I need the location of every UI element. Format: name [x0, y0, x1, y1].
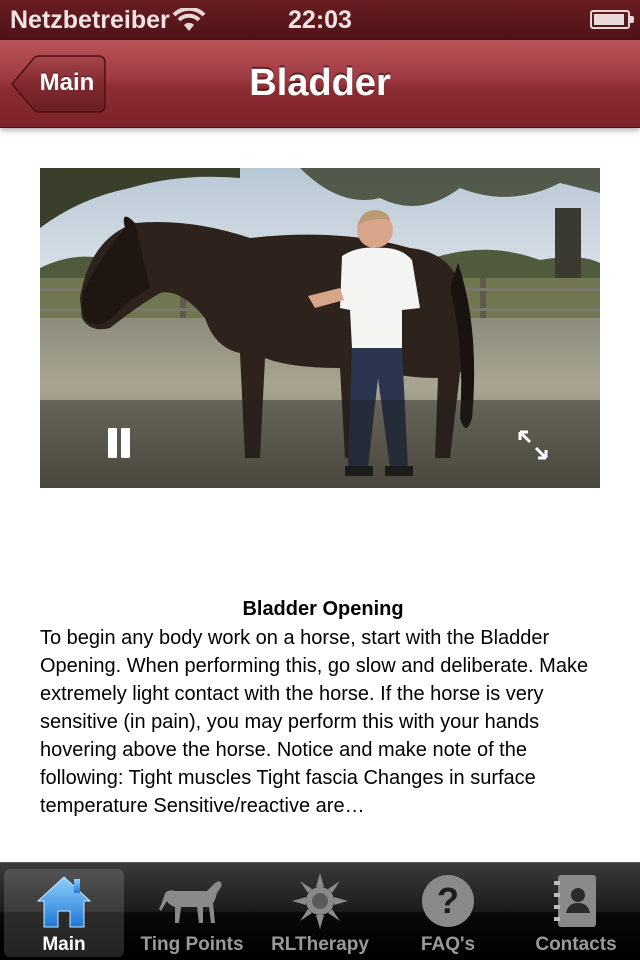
description-text: To begin any body work on a horse, start… [40, 627, 589, 817]
section-title: Bladder Opening [242, 598, 404, 620]
question-icon: ? [388, 871, 508, 931]
sun-icon [260, 871, 380, 931]
tab-label: FAQ's [420, 934, 476, 955]
video-controls [40, 400, 600, 488]
tab-faqs[interactable]: ? FAQ's [388, 869, 508, 957]
status-time: 22:03 [288, 6, 352, 34]
video-player[interactable] [40, 168, 600, 488]
tab-label: RLTherapy [271, 934, 369, 955]
tab-rltherapy[interactable]: RLTherapy [260, 869, 380, 957]
tab-label: Ting Points [140, 934, 244, 955]
horse-icon [132, 871, 252, 931]
pause-icon[interactable] [102, 426, 136, 460]
page-title: Bladder [249, 62, 391, 104]
battery-icon [590, 10, 634, 29]
tab-contacts[interactable]: Contacts [516, 869, 636, 957]
status-bar: Netzbetreiber 22:03 [0, 0, 640, 40]
contacts-book-icon [516, 871, 636, 931]
tab-label: Contacts [535, 934, 617, 955]
svg-text:?: ? [437, 880, 459, 921]
tab-label: Main [42, 934, 86, 955]
fullscreen-icon[interactable] [516, 428, 550, 462]
tab-bar: Main Ting Points RLTherapy ? FAQ's Conta… [0, 862, 640, 960]
house-icon [4, 871, 124, 931]
tab-main[interactable]: Main [4, 869, 124, 957]
navigation-bar: Main Bladder [0, 40, 640, 128]
tab-ting-points[interactable]: Ting Points [132, 869, 252, 957]
